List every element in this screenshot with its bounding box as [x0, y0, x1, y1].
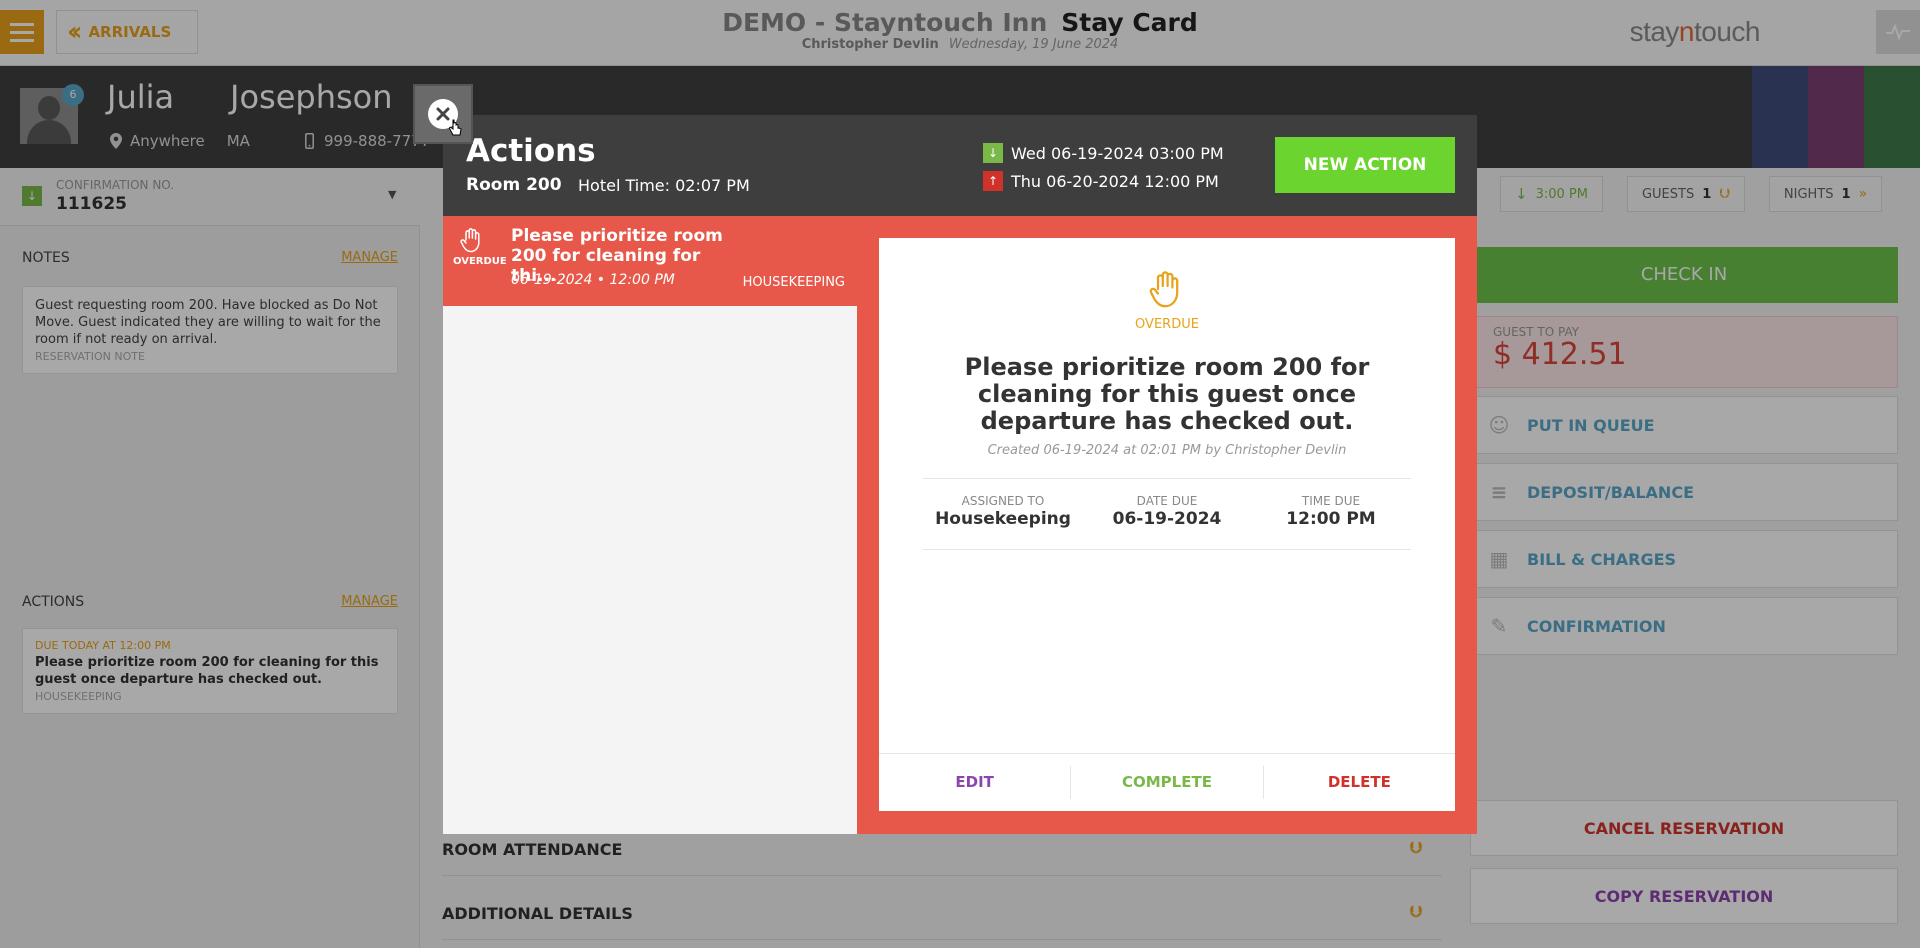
arrival-date: Wed 06-19-2024 03:00 PM — [1011, 143, 1224, 163]
mouse-cursor-icon — [449, 119, 462, 136]
edit-button[interactable]: EDIT — [879, 754, 1070, 811]
departure-date: Thu 06-20-2024 12:00 PM — [1011, 171, 1219, 191]
detail-title: Please prioritize room 200 for cleaning … — [964, 353, 1370, 435]
action-list-dept: HOUSEKEEPING — [742, 275, 845, 290]
action-list-empty-area — [443, 306, 857, 834]
stay-dates: ↓ Wed 06-19-2024 03:00 PM ↑ Thu 06-20-20… — [983, 141, 1224, 197]
action-list-item[interactable]: OVERDUE Please prioritize room 200 for c… — [443, 216, 857, 306]
action-list-date: 06-19-2024 • 12:00 PM — [511, 272, 675, 288]
overdue-hand-icon — [879, 268, 1455, 314]
action-detail-panel: OVERDUE Please prioritize room 200 for c… — [879, 238, 1455, 811]
detail-status: OVERDUE — [1135, 317, 1199, 332]
delete-button[interactable]: DELETE — [1262, 766, 1455, 799]
date-due: DATE DUE 06-19-2024 — [1112, 494, 1222, 529]
complete-button[interactable]: COMPLETE — [1070, 766, 1262, 799]
actions-modal: Actions Room 200 Hotel Time: 02:07 PM ↓ … — [443, 115, 1477, 834]
time-due: TIME DUE 12:00 PM — [1286, 494, 1376, 529]
arrival-arrow-icon: ↓ — [983, 143, 1003, 163]
detail-footer: EDIT COMPLETE DELETE — [879, 753, 1455, 811]
departure-arrow-icon: ↑ — [983, 171, 1003, 191]
detail-created: Created 06-19-2024 at 02:01 PM by Christ… — [987, 443, 1347, 458]
assigned-to: ASSIGNED TO Housekeeping — [935, 494, 1071, 529]
new-action-button[interactable]: NEW ACTION — [1275, 137, 1455, 193]
close-modal-button[interactable] — [413, 84, 473, 144]
modal-room: Room 200 — [466, 175, 562, 195]
overdue-hand-icon: OVERDUE — [453, 226, 507, 267]
modal-title: Actions — [466, 133, 596, 169]
detail-meta: ASSIGNED TO Housekeeping DATE DUE 06-19-… — [923, 478, 1411, 550]
hotel-time: Hotel Time: 02:07 PM — [578, 176, 750, 195]
modal-header: Actions Room 200 Hotel Time: 02:07 PM ↓ … — [443, 115, 1477, 216]
